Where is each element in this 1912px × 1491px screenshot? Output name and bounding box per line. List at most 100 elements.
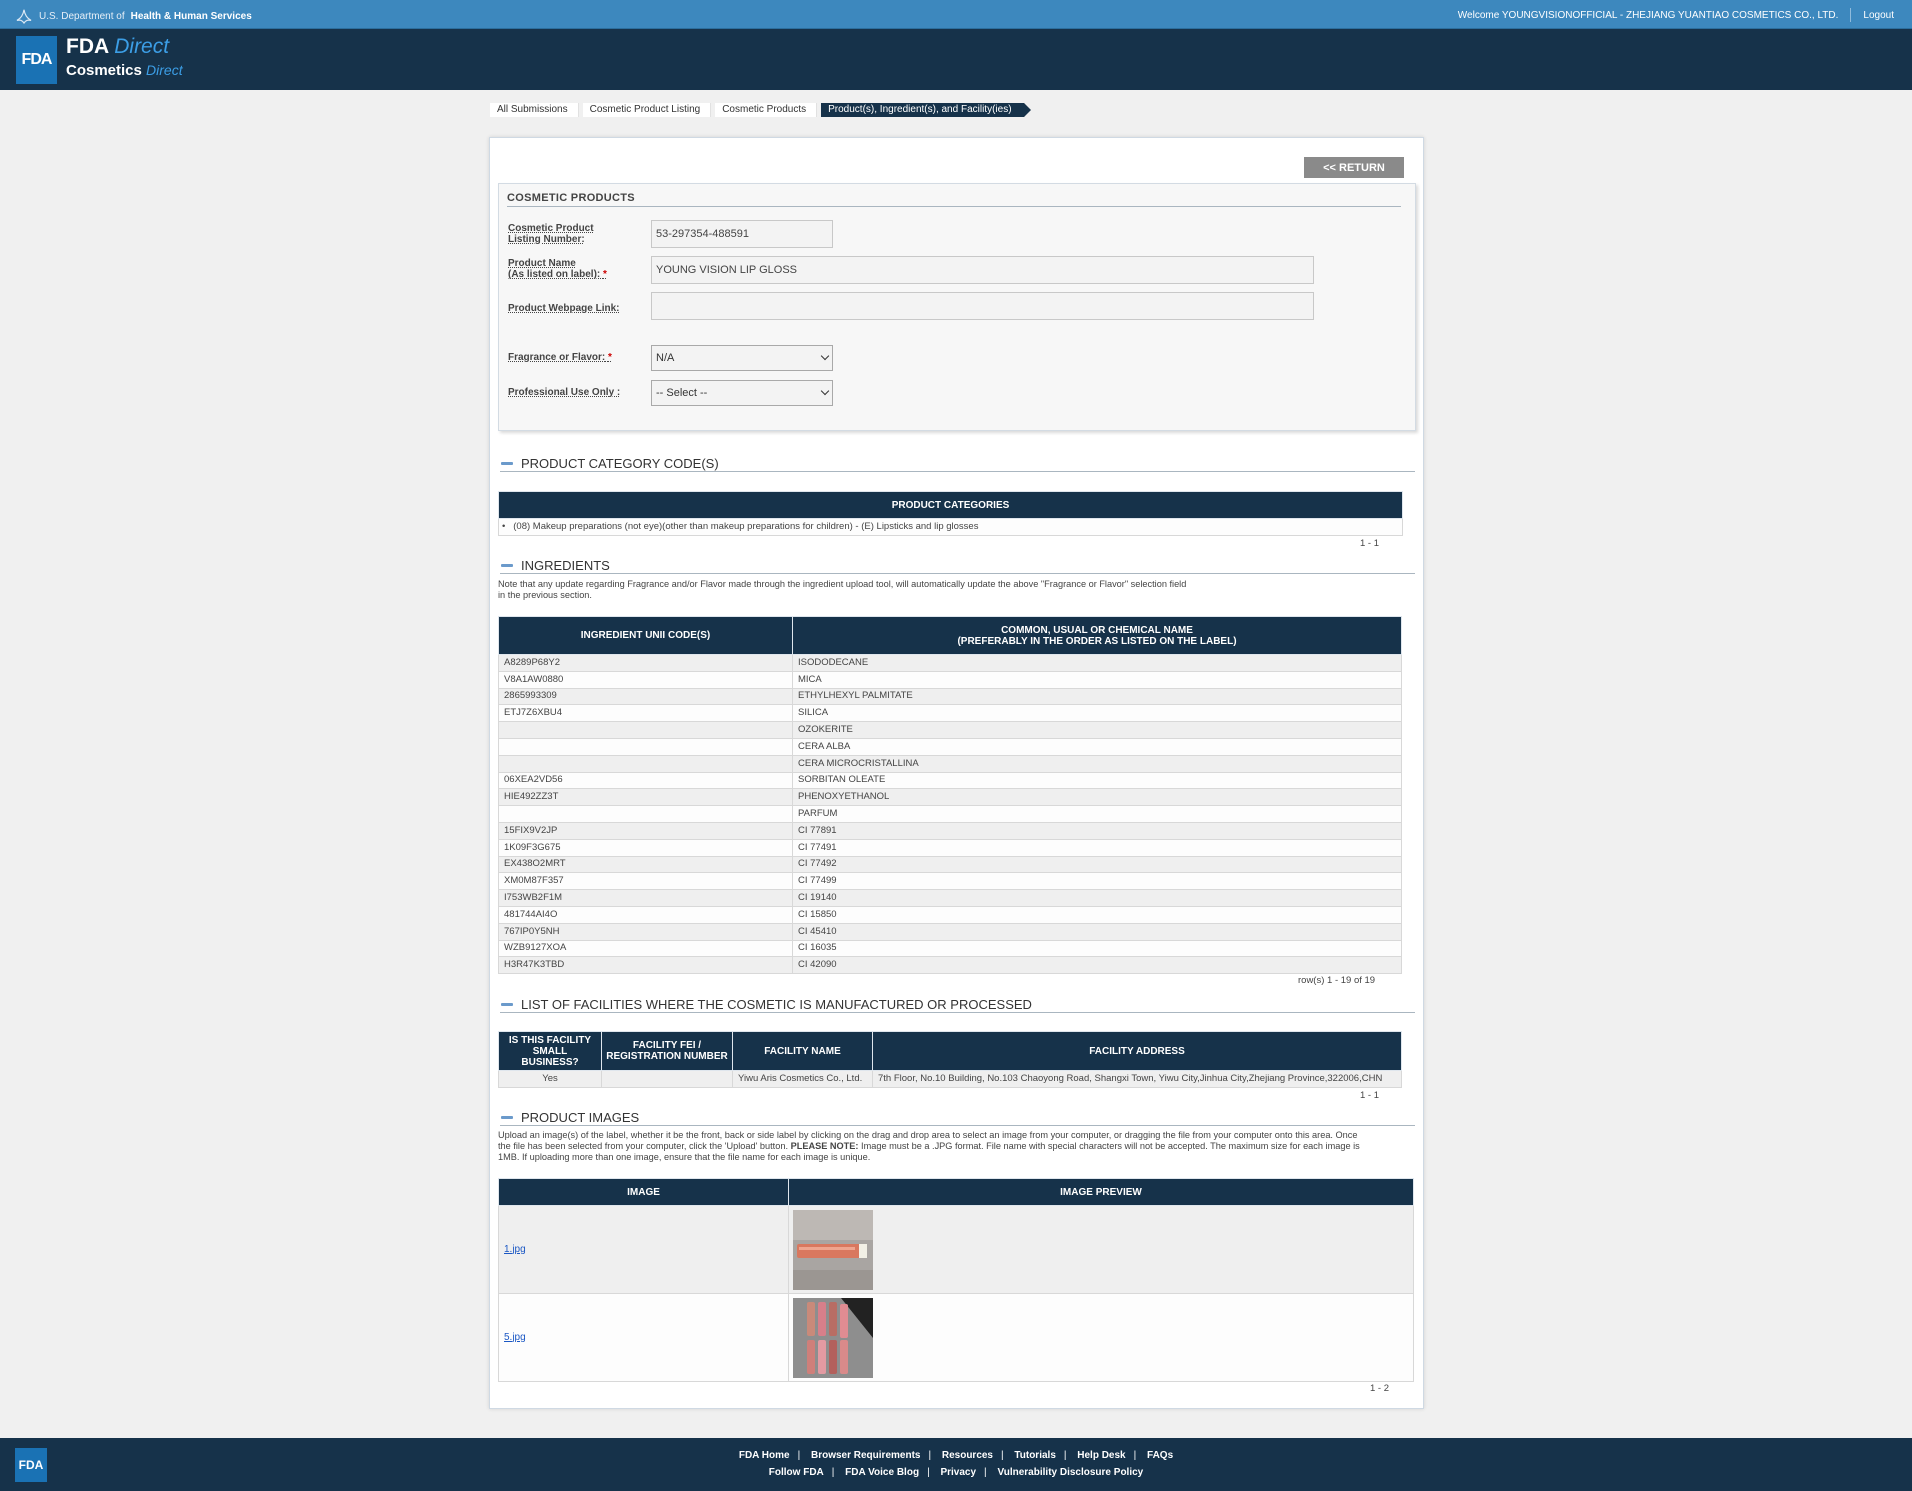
table-row: Yes Yiwu Aris Cosmetics Co., Ltd. 7th Fl… xyxy=(498,1070,1402,1088)
table-row: I753WB2F1M CI 19140 xyxy=(498,889,1402,907)
image-preview-thumbnail[interactable] xyxy=(793,1297,873,1378)
app-header: FDA FDA Direct Cosmetics Direct xyxy=(0,29,1912,90)
image-file-cell: 1.jpg xyxy=(498,1205,789,1294)
ingredient-name: CI 42090 xyxy=(792,956,1402,975)
logout-link[interactable]: Logout xyxy=(1863,10,1894,21)
fragrance-required-mark: * xyxy=(608,352,612,363)
footer-link-browser-requirements[interactable]: Browser Requirements xyxy=(811,1450,920,1461)
product-name-field[interactable]: YOUNG VISION LIP GLOSS xyxy=(651,256,1314,284)
image-preview-column-header[interactable]: IMAGE PREVIEW xyxy=(788,1178,1414,1206)
fragrance-label: Fragrance or Flavor: * xyxy=(508,352,612,363)
small-business-header-line2: SMALL BUSINESS? xyxy=(521,1045,579,1068)
footer-link-fda-voice-blog[interactable]: FDA Voice Blog xyxy=(845,1467,919,1478)
fragrance-select[interactable]: N/A xyxy=(651,345,833,371)
listing-number-label: Cosmetic Product Listing Number: xyxy=(508,223,594,245)
ingredient-code: A8289P68Y2 xyxy=(498,654,793,672)
facility-address-column-header[interactable]: FACILITY ADDRESS xyxy=(872,1031,1402,1071)
brand-fda-direct: FDA Direct xyxy=(66,35,169,59)
image-column-header[interactable]: IMAGE xyxy=(498,1178,789,1206)
ingredient-code xyxy=(498,721,793,739)
ingredient-name-header-line2: (PREFERABLY IN THE ORDER AS LISTED ON TH… xyxy=(957,635,1237,647)
images-section-toggle[interactable]: PRODUCT IMAGES xyxy=(500,1109,1415,1126)
categories-column-header[interactable]: PRODUCT CATEGORIES xyxy=(498,491,1403,519)
ingredient-name: CI 77499 xyxy=(792,872,1402,891)
facilities-pagination: 1 - 1 xyxy=(1360,1090,1380,1101)
hhs-identifier[interactable]: U.S. Department of Health & Human Servic… xyxy=(15,8,252,24)
ingredient-name: ETHYLHEXYL PALMITATE xyxy=(792,687,1402,706)
images-note-line2c: Image must be a .JPG format. File name w… xyxy=(861,1141,1360,1151)
breadcrumb-all-submissions[interactable]: All Submissions xyxy=(490,103,579,117)
ingredient-code: H3R47K3TBD xyxy=(498,956,793,975)
professional-use-select[interactable]: -- Select -- xyxy=(651,380,833,406)
listing-number-field[interactable]: 53-297354-488591 xyxy=(651,220,833,248)
ingredient-name-column-header[interactable]: COMMON, USUAL OR CHEMICAL NAME (PREFERAB… xyxy=(792,616,1402,655)
images-note-line1: Upload an image(s) of the label, whether… xyxy=(498,1130,1358,1140)
ingredients-heading: INGREDIENTS xyxy=(521,557,610,573)
facilities-section-toggle[interactable]: LIST OF FACILITIES WHERE THE COSMETIC IS… xyxy=(500,996,1415,1013)
table-row: CERA ALBA xyxy=(498,737,1402,756)
footer-links-row2: Follow FDA | FDA Voice Blog | Privacy | Vul… xyxy=(0,1467,1912,1478)
product-name-label-line2: (As listed on label): xyxy=(508,269,601,280)
ingredient-name: CI 77491 xyxy=(792,838,1402,857)
table-row: 1K09F3G675 CI 77491 xyxy=(498,838,1402,857)
image-file-link[interactable]: 1.jpg xyxy=(504,1244,526,1255)
brand-direct: Direct xyxy=(114,35,170,58)
return-button[interactable]: << RETURN xyxy=(1304,157,1404,178)
cosmetic-products-title: COSMETIC PRODUCTS xyxy=(507,192,1401,207)
footer-link-vulnerability-disclosure[interactable]: Vulnerability Disclosure Policy xyxy=(997,1467,1143,1478)
footer-link-privacy[interactable]: Privacy xyxy=(940,1467,976,1478)
footer-separator: | xyxy=(1001,1450,1004,1461)
image-file-link[interactable]: 5.jpg xyxy=(504,1332,526,1343)
images-note-line3: 1MB. If uploading more than one image, e… xyxy=(498,1152,871,1162)
ingredient-code: ETJ7Z6XBU4 xyxy=(498,704,793,723)
fei-column-header[interactable]: FACILITY FEI / REGISTRATION NUMBER xyxy=(601,1031,733,1071)
breadcrumb: All Submissions Cosmetic Product Listing… xyxy=(490,103,1031,117)
ingredient-name: CI 77891 xyxy=(792,821,1402,840)
ingredient-name: CI 15850 xyxy=(792,905,1402,924)
ingredient-code: EX438O2MRT xyxy=(498,855,793,874)
footer-link-tutorials[interactable]: Tutorials xyxy=(1014,1450,1055,1461)
ingredients-section-toggle[interactable]: INGREDIENTS xyxy=(500,557,1415,574)
ingredient-code: V8A1AW0880 xyxy=(498,670,793,689)
ingredient-name: SORBITAN OLEATE xyxy=(792,771,1402,790)
category-bullet: • xyxy=(502,520,506,532)
image-preview-thumbnail[interactable] xyxy=(793,1209,873,1290)
hhs-bar: U.S. Department of Health & Human Servic… xyxy=(0,0,1912,29)
cosmetic-products-form: COSMETIC PRODUCTS Cosmetic Product Listi… xyxy=(498,183,1416,431)
breadcrumb-cosmetic-products[interactable]: Cosmetic Products xyxy=(715,103,818,117)
facility-name-column-header[interactable]: FACILITY NAME xyxy=(732,1031,873,1071)
breadcrumb-cosmetic-product-listing[interactable]: Cosmetic Product Listing xyxy=(582,103,712,117)
ingredients-note-line1: Note that any update regarding Fragrance… xyxy=(498,579,1187,589)
small-business-column-header[interactable]: IS THIS FACILITY SMALL BUSINESS? xyxy=(498,1031,602,1071)
table-row: 1.jpg xyxy=(498,1205,1414,1294)
facilities-heading: LIST OF FACILITIES WHERE THE COSMETIC IS… xyxy=(521,996,1032,1012)
footer-link-faqs[interactable]: FAQs xyxy=(1147,1450,1173,1461)
hhs-name: Health & Human Services xyxy=(130,10,252,22)
welcome-text: Welcome YOUNGVISIONOFFICIAL - ZHEJIANG Y… xyxy=(1457,9,1839,21)
facility-small-business: Yes xyxy=(498,1070,602,1088)
fda-logo[interactable]: FDA xyxy=(16,36,57,84)
ingredient-code-column-header[interactable]: INGREDIENT UNII CODE(S) xyxy=(498,616,793,655)
footer-link-fda-home[interactable]: FDA Home xyxy=(739,1450,790,1461)
ingredient-code: WZB9127XOA xyxy=(498,939,793,958)
table-row: 2865993309 ETHYLHEXYL PALMITATE xyxy=(498,687,1402,706)
ingredient-code xyxy=(498,754,793,773)
footer-link-resources[interactable]: Resources xyxy=(942,1450,993,1461)
main-panel: << RETURN COSMETIC PRODUCTS Cosmetic Pro… xyxy=(489,137,1424,1409)
ingredient-code: 767IP0Y5NH xyxy=(498,922,793,941)
ingredient-name: ISODODECANE xyxy=(792,654,1402,672)
webpage-link-field[interactable] xyxy=(651,292,1314,320)
collapse-icon xyxy=(501,1115,513,1119)
table-row: 5.jpg xyxy=(498,1293,1414,1382)
footer-link-help-desk[interactable]: Help Desk xyxy=(1077,1450,1125,1461)
footer-link-follow-fda[interactable]: Follow FDA xyxy=(769,1467,824,1478)
professional-use-label: Professional Use Only : xyxy=(508,387,621,398)
table-row: ETJ7Z6XBU4 SILICA xyxy=(498,704,1402,723)
fei-header-line2: REGISTRATION NUMBER xyxy=(606,1051,728,1062)
table-row: WZB9127XOA CI 16035 xyxy=(498,939,1402,958)
categories-section-toggle[interactable]: PRODUCT CATEGORY CODE(S) xyxy=(500,455,1415,472)
lip-gloss-set-image-icon xyxy=(793,1297,873,1378)
category-text: (08) Makeup preparations (not eye)(other… xyxy=(513,520,979,532)
product-name-label-line1: Product Name xyxy=(508,258,576,269)
ingredient-code: 2865993309 xyxy=(498,687,793,706)
